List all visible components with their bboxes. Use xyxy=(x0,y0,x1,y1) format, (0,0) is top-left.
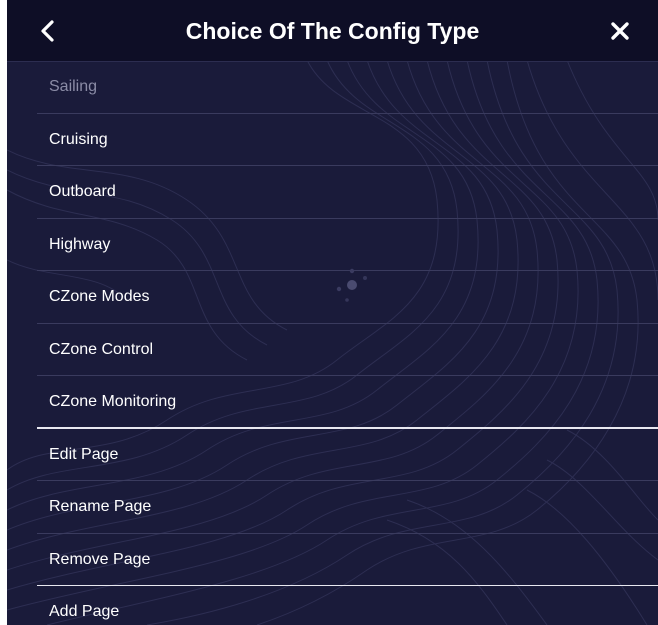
list-item-label: CZone Monitoring xyxy=(49,393,177,410)
list-item-label: Cruising xyxy=(49,130,108,148)
list-item-label: Edit Page xyxy=(49,445,119,463)
list-item-czone-monitoring[interactable]: CZone Monitoring xyxy=(7,376,658,429)
list-item-sailing[interactable]: Sailing xyxy=(7,61,658,114)
list-item-czone-control[interactable]: CZone Control xyxy=(7,324,658,376)
list-item-label: Add Page xyxy=(49,603,120,620)
list-item-remove-page[interactable]: Remove Page xyxy=(7,534,658,586)
config-type-list: Sailing Cruising Outboard Highway CZone … xyxy=(7,61,658,625)
list-item-label: Outboard xyxy=(49,183,116,200)
list-item-label: Sailing xyxy=(49,78,98,95)
list-item-add-page[interactable]: Add Page xyxy=(7,586,658,625)
list-item-label: CZone Modes xyxy=(49,288,150,305)
list-item-edit-page[interactable]: Edit Page xyxy=(7,429,658,481)
loading-spinner-icon xyxy=(336,268,367,302)
list-item-rename-page[interactable]: Rename Page xyxy=(7,481,658,534)
close-icon xyxy=(611,22,629,40)
list-item-label: CZone Control xyxy=(49,340,154,358)
list-item-outboard[interactable]: Outboard xyxy=(7,166,658,219)
page-title: Choice Of The Config Type xyxy=(185,18,480,44)
list-item-label: Remove Page xyxy=(49,550,151,568)
back-button[interactable] xyxy=(33,16,63,46)
chevron-left-icon xyxy=(41,20,54,42)
list-item-label: Rename Page xyxy=(49,498,152,515)
list-item-label: Highway xyxy=(49,235,111,253)
close-button[interactable] xyxy=(605,16,635,46)
config-type-screen: Choice Of The Config Type Sailing Cruisi… xyxy=(7,0,658,625)
list-item-cruising[interactable]: Cruising xyxy=(7,114,658,166)
header-bar: Choice Of The Config Type xyxy=(7,0,658,62)
